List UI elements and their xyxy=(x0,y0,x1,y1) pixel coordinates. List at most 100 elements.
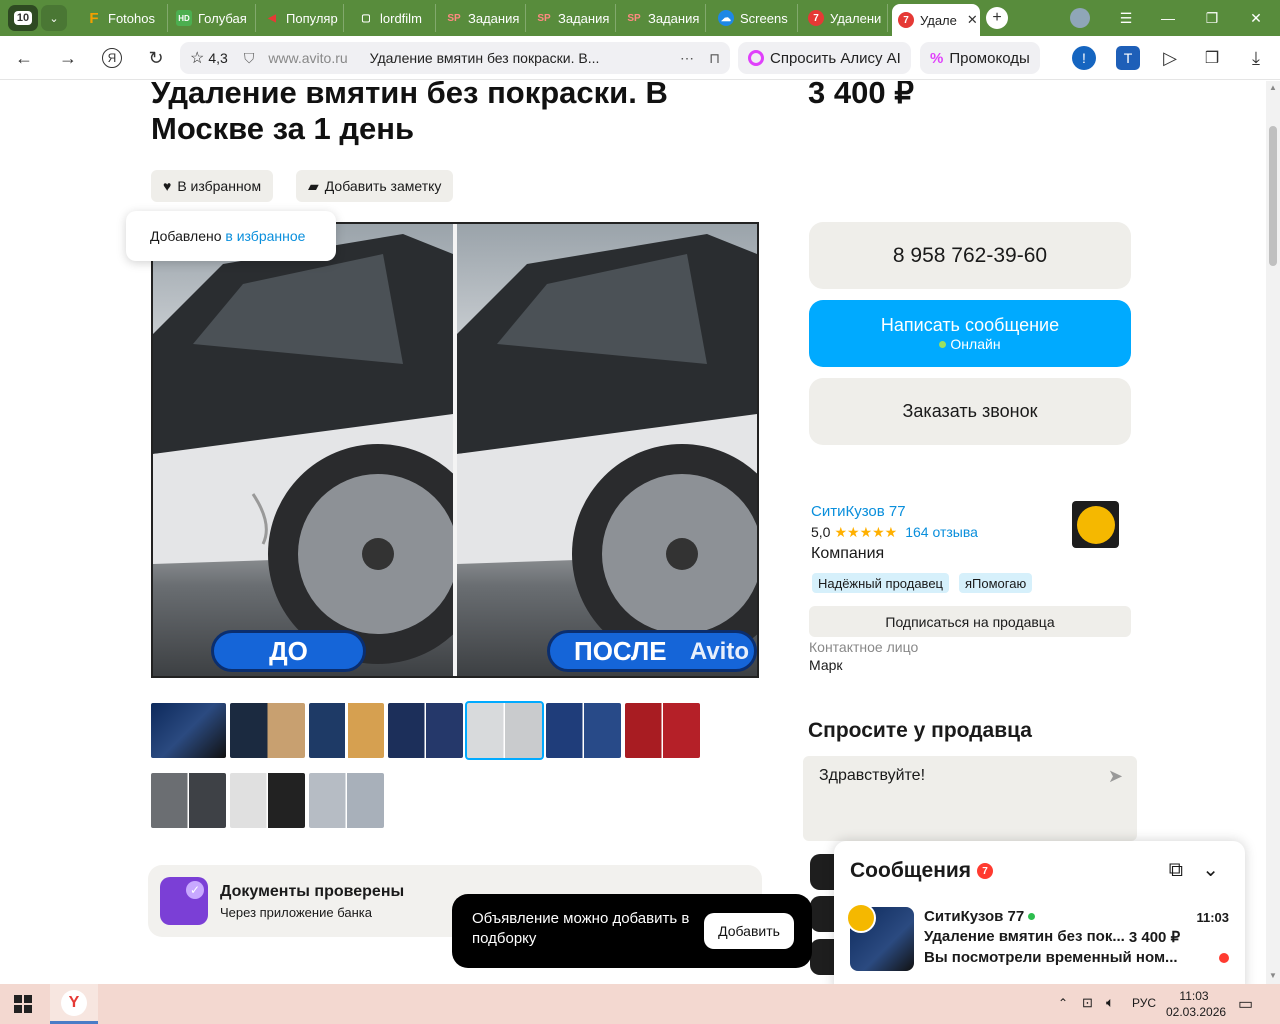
phone-button[interactable]: 8 958 762-39-60 xyxy=(809,222,1131,289)
reliable-seller-badge: Надёжный продавец xyxy=(812,573,949,593)
back-icon[interactable]: ← xyxy=(10,44,38,72)
tab-1[interactable]: F Fotohos xyxy=(80,4,168,32)
close-icon[interactable]: ✕ xyxy=(967,12,978,28)
reload-icon[interactable]: ↻ xyxy=(142,44,170,72)
docs-subtitle: Через приложение банка xyxy=(220,905,372,920)
thumbnail[interactable] xyxy=(388,703,463,758)
url-page-title: Удаление вмятин без покраски. В... xyxy=(369,50,600,66)
yandex-icon[interactable]: Я xyxy=(98,44,126,72)
collections-icon[interactable]: ❒ xyxy=(1200,46,1224,70)
star-icon[interactable]: ☆ xyxy=(190,48,204,68)
chevron-down-icon[interactable]: ⌄ xyxy=(41,5,67,31)
sp-icon: SP xyxy=(447,12,461,24)
thumbnail[interactable] xyxy=(546,703,621,758)
language-indicator[interactable]: РУС xyxy=(1132,996,1156,1010)
thumbnail[interactable] xyxy=(151,703,226,758)
subscribe-seller-button[interactable]: Подписаться на продавца xyxy=(809,606,1131,637)
tab-9[interactable]: 7 Удалени xyxy=(802,4,888,32)
thumbnail[interactable] xyxy=(309,773,384,828)
thumbnail[interactable] xyxy=(625,703,700,758)
add-to-collection-toast: Объявление можно добавить в подборку Доб… xyxy=(452,894,812,968)
sp-icon: SP xyxy=(627,12,641,24)
menu-icon[interactable]: ☰ xyxy=(1104,0,1148,36)
new-tab-icon[interactable]: + xyxy=(986,7,1008,29)
tab-2[interactable]: HD Голубая xyxy=(170,4,256,32)
open-external-icon[interactable]: ⧉ xyxy=(1169,859,1183,882)
thumbnail[interactable] xyxy=(151,773,226,828)
scroll-thumb[interactable] xyxy=(1269,126,1277,266)
windows-taskbar: Y ⌃ ⊡ 🔈︎ РУС 11:03 02.03.2026 ▭ xyxy=(0,984,1280,1024)
forward-icon[interactable]: → xyxy=(54,44,82,72)
fotohost-icon: F xyxy=(89,9,99,27)
main-photo[interactable]: ДО ПОСЛЕ Avito xyxy=(151,222,759,678)
chevron-down-icon[interactable]: ⌄ xyxy=(1202,857,1219,882)
tab-8[interactable]: ☁ Screens xyxy=(712,4,798,32)
restore-icon[interactable]: ❐ xyxy=(1190,0,1234,36)
url-bar[interactable]: ☆ 4,3 ⛉ www.avito.ru Удаление вмятин без… xyxy=(180,42,730,74)
profile-avatar[interactable] xyxy=(1058,0,1102,36)
thumbnail[interactable] xyxy=(309,703,384,758)
chat-time: 11:03 xyxy=(1196,910,1229,925)
add-note-button[interactable]: ▰ Добавить заметку xyxy=(296,170,454,202)
tab-4[interactable]: ▢ lordfilm xyxy=(352,4,436,32)
download-icon[interactable]: ⤓ xyxy=(1244,46,1268,70)
seller-name[interactable]: СитиКузов 77 xyxy=(811,503,978,520)
favorite-button[interactable]: ♥ В избранном xyxy=(151,170,274,202)
note-label: Добавить заметку xyxy=(324,178,442,194)
promo-button[interactable]: % Промокоды xyxy=(920,42,1040,74)
minimize-icon[interactable]: — xyxy=(1146,0,1190,36)
seller-avatar-small xyxy=(846,903,876,933)
notifications-icon[interactable]: ▭ xyxy=(1238,994,1253,1014)
favorite-label: В избранном xyxy=(177,178,262,194)
shield-icon[interactable]: ⛉ xyxy=(244,50,255,67)
send-icon[interactable]: ➤ xyxy=(1108,766,1123,787)
clock[interactable]: 11:03 02.03.2026 xyxy=(1166,988,1226,1020)
thumbnail[interactable] xyxy=(230,703,305,758)
seller-avatar[interactable] xyxy=(1072,501,1119,548)
tab-3[interactable]: ◀ Популяр xyxy=(258,4,344,32)
tab-10-active[interactable]: 7 Удале ✕ xyxy=(892,4,980,36)
thumbnail-selected[interactable] xyxy=(465,701,544,760)
window-close-icon[interactable]: ✕ xyxy=(1234,0,1278,36)
media-icon[interactable]: ▷ xyxy=(1158,46,1182,70)
page-scrollbar[interactable]: ▲ ▼ xyxy=(1266,81,1280,984)
ask-seller-input[interactable]: Здравствуйте! ➤ xyxy=(803,756,1137,841)
extension-1-icon[interactable]: ! xyxy=(1072,46,1096,70)
add-to-collection-button[interactable]: Добавить xyxy=(704,913,794,949)
seller-type: Компания xyxy=(811,545,885,562)
scroll-up-icon[interactable]: ▲ xyxy=(1269,83,1277,92)
volume-icon[interactable]: 🔈︎ xyxy=(1106,994,1114,1011)
thumbnail[interactable] xyxy=(230,773,305,828)
messages-panel: Сообщения 7 ⧉ ⌄ СитиКузов 77 11:03 Удале… xyxy=(834,841,1245,984)
tab-label: Голубая xyxy=(198,10,247,26)
network-icon[interactable]: ⊡ xyxy=(1082,995,1093,1011)
tab-5[interactable]: SP Задания xyxy=(440,4,526,32)
seller-info: СитиКузов 77 5,0 ★★★★★ 164 отзыва Компания xyxy=(811,503,978,563)
tab-label: Популяр xyxy=(286,10,338,26)
address-bar: ← → Я ↻ ☆ 4,3 ⛉ www.avito.ru Удаление вм… xyxy=(0,36,1280,80)
hd-icon: HD xyxy=(176,10,192,26)
speaker-icon: ◀ xyxy=(268,12,276,24)
contact-person-name: Марк xyxy=(809,657,843,673)
reviews-link[interactable]: 164 отзыва xyxy=(905,524,978,541)
tab-count-button[interactable]: 10 xyxy=(8,5,38,31)
favorites-link[interactable]: в избранное xyxy=(225,228,305,244)
write-message-button[interactable]: Написать сообщение Онлайн xyxy=(809,300,1131,367)
more-icon[interactable]: ⋯ xyxy=(680,50,694,67)
request-call-button[interactable]: Заказать звонок xyxy=(809,378,1131,445)
ask-alice-button[interactable]: Спросить Алису AI xyxy=(738,42,911,74)
unread-count-badge: 7 xyxy=(977,863,994,879)
extension-2-icon[interactable]: T xyxy=(1116,46,1140,70)
tray-chevron-icon[interactable]: ⌃ xyxy=(1058,996,1068,1010)
windows-start-icon[interactable] xyxy=(14,995,32,1013)
listing-title: Удаление вмятин без покраски. В Москве з… xyxy=(151,81,668,146)
chat-name[interactable]: СитиКузов 77 xyxy=(924,908,1024,925)
scroll-down-icon[interactable]: ▼ xyxy=(1269,971,1277,980)
bookmark-icon[interactable]: ⊓ xyxy=(709,50,720,67)
clock-time: 11:03 xyxy=(1179,989,1209,1003)
tab-label: Fotohos xyxy=(108,10,155,26)
tab-6[interactable]: SP Задания xyxy=(530,4,616,32)
yandex-browser-taskbar-icon[interactable]: Y xyxy=(50,984,98,1024)
tab-7[interactable]: SP Задания xyxy=(620,4,706,32)
before-label: ДО xyxy=(211,630,366,672)
